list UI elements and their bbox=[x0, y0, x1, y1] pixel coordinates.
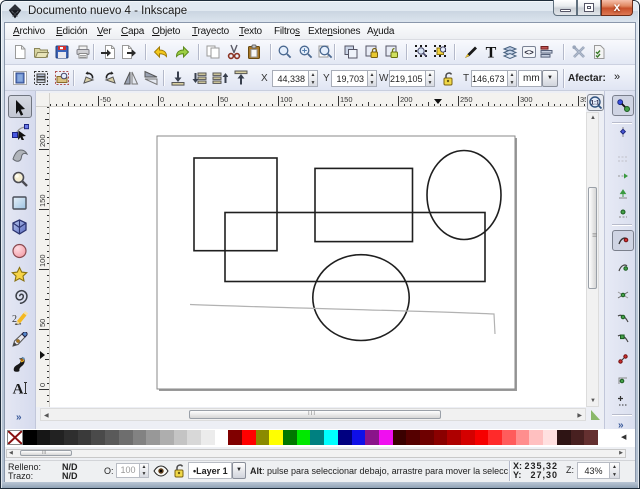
svg-text:300: 300 bbox=[520, 95, 533, 104]
svg-text:200: 200 bbox=[38, 134, 47, 147]
svg-text:0: 0 bbox=[160, 95, 164, 104]
svg-text:100: 100 bbox=[38, 254, 47, 267]
svg-text:100: 100 bbox=[280, 95, 293, 104]
svg-text:0: 0 bbox=[38, 383, 47, 387]
svg-text:150: 150 bbox=[38, 194, 47, 207]
svg-text:350: 350 bbox=[580, 95, 586, 104]
svg-text:T: T bbox=[486, 45, 497, 61]
svg-text:<>: <> bbox=[524, 48, 534, 57]
svg-text:200: 200 bbox=[400, 95, 413, 104]
svg-text:2: 2 bbox=[12, 314, 17, 325]
svg-text:A: A bbox=[13, 382, 24, 398]
svg-text:50: 50 bbox=[220, 95, 228, 104]
svg-text:150: 150 bbox=[340, 95, 353, 104]
svg-text:250: 250 bbox=[460, 95, 473, 104]
svg-text:-50: -50 bbox=[100, 95, 111, 104]
svg-text:50: 50 bbox=[38, 319, 47, 327]
